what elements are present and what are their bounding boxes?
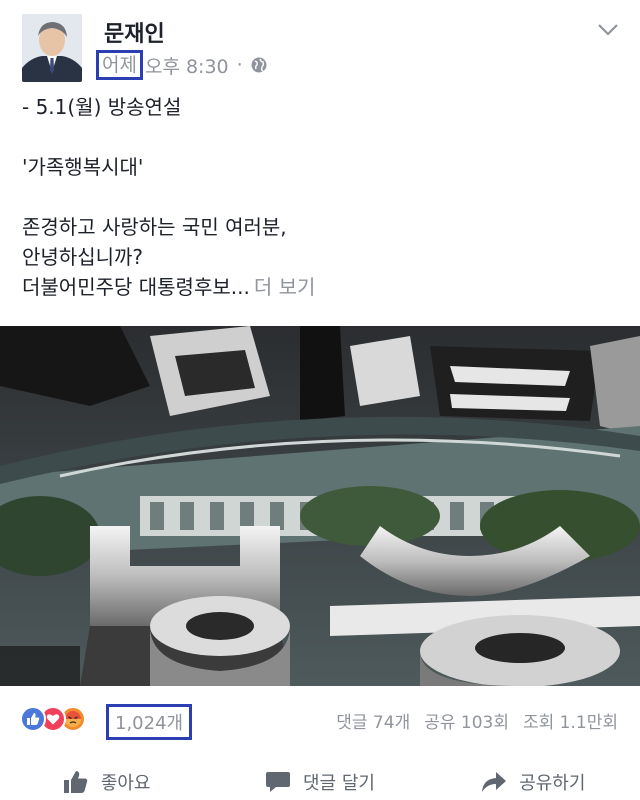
comment-count[interactable]: 댓글 74개 [336,708,410,733]
post-text-line: 더불어민주당 대통령후보... 더 보기 [22,272,622,302]
thumbs-up-icon [63,771,88,793]
post-stats: 1,024개 댓글 74개 공유 103회 조회 1.1만회 [0,698,640,744]
post-text: - 5.1(월) 방송연설 '가족행복시대' 존경하고 사랑하는 국민 여러분,… [22,92,622,302]
post-day[interactable]: 어제 [96,50,143,80]
comment-bubble-icon [266,772,290,792]
post-meta: 어제 오후 8:30 · [96,50,267,80]
globe-icon [251,57,267,73]
comment-label: 댓글 달기 [303,773,375,794]
video-player[interactable] [0,326,640,686]
post-text-line: 존경하고 사랑하는 국민 여러분, [22,215,287,239]
meta-separator: · [236,54,243,76]
avatar[interactable] [22,14,82,82]
share-label: 공유하기 [519,773,586,794]
reaction-icons[interactable] [20,706,86,732]
comment-button[interactable]: 댓글 달기 [213,764,426,800]
post-text-line: '가족행복시대' [22,155,144,179]
reaction-count[interactable]: 1,024개 [106,704,193,740]
post-text-truncated: 더불어민주당 대통령후보... [22,275,250,299]
author-name[interactable]: 문재인 [104,16,165,48]
like-label: 좋아요 [100,773,151,794]
post-text-line: 안녕하십니까? [22,245,144,269]
view-count: 조회 1.1만회 [523,713,618,733]
chevron-down-icon[interactable] [596,22,620,38]
share-button[interactable]: 공유하기 [427,764,640,800]
like-reaction-icon [20,706,46,732]
action-bar: 좋아요 댓글 달기 공유하기 [0,764,640,800]
see-more-link[interactable]: 더 보기 [254,275,316,299]
post-time[interactable]: 오후 8:30 [145,52,229,79]
post-header: 문재인 어제 오후 8:30 · [0,0,640,90]
post-text-line: - 5.1(월) 방송연설 [22,95,182,119]
like-button[interactable]: 좋아요 [0,764,213,800]
engagement-summary: 댓글 74개 공유 103회 조회 1.1만회 [336,708,618,733]
video-thumbnail [0,326,640,686]
share-arrow-icon [482,772,507,792]
share-count[interactable]: 공유 103회 [424,708,509,733]
